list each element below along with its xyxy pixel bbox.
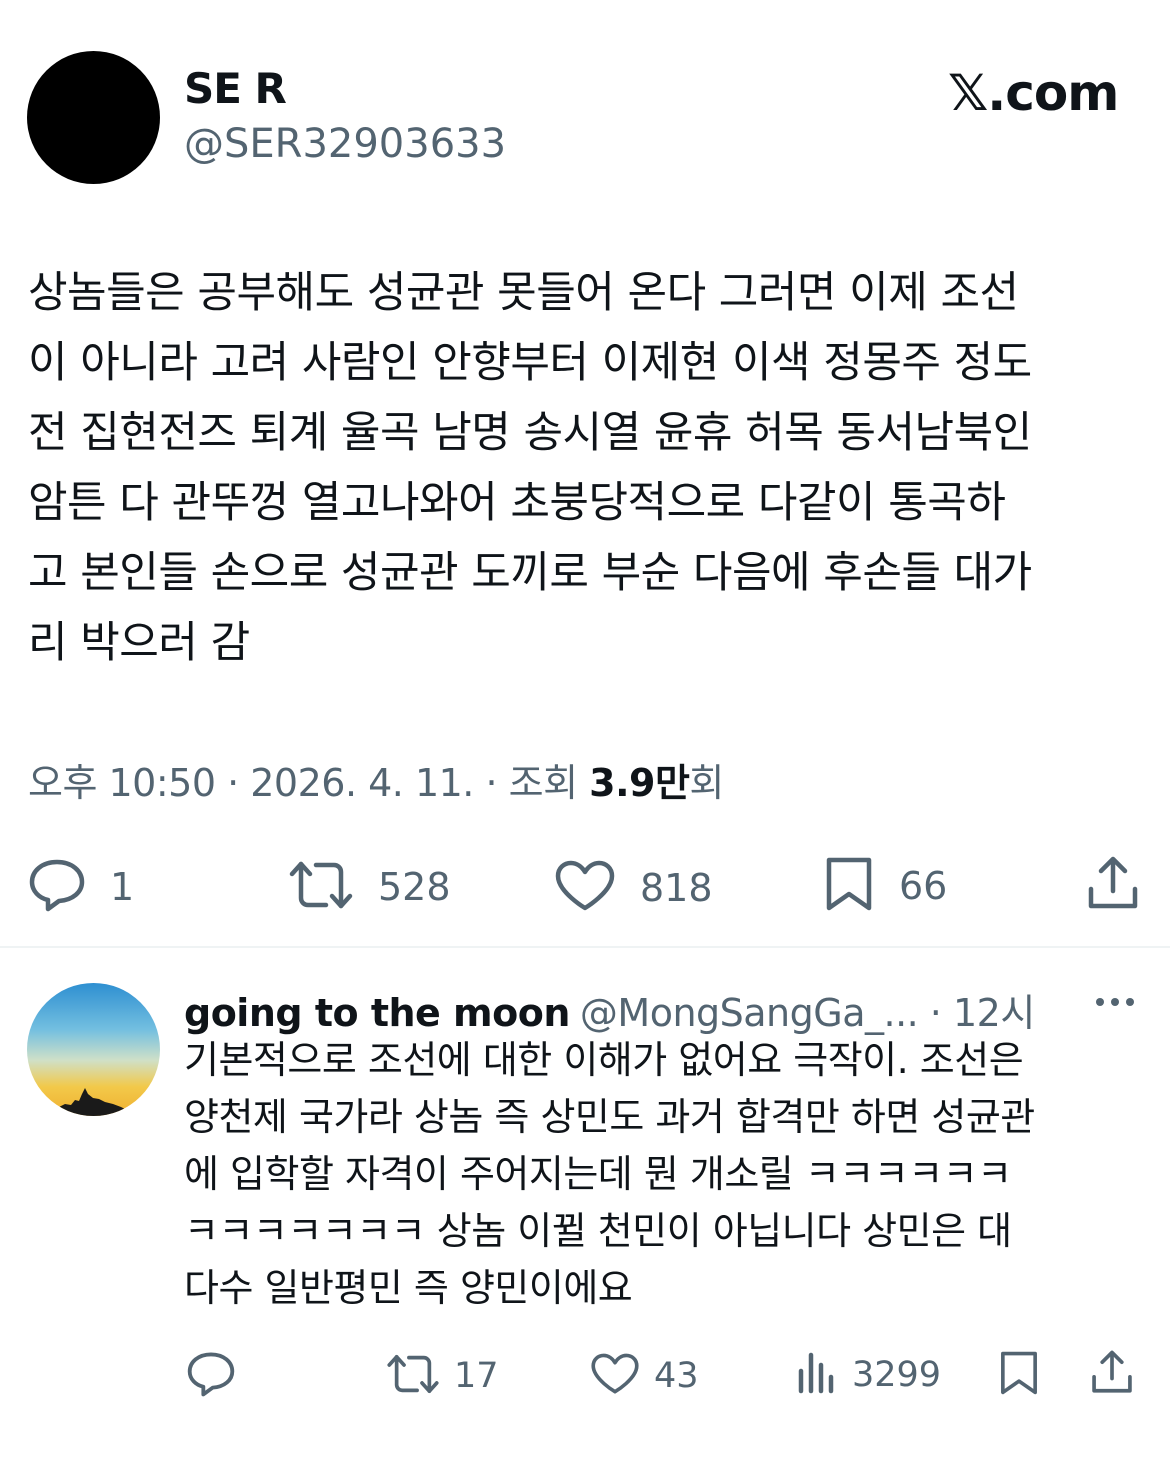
- reply-like-button[interactable]: 43: [590, 1352, 699, 1400]
- retweet-button[interactable]: 528: [288, 860, 451, 914]
- retweet-count: 528: [378, 865, 451, 909]
- bookmark-icon: [998, 1350, 1040, 1400]
- heart-icon: [554, 860, 616, 916]
- more-icon[interactable]: [1096, 998, 1134, 1006]
- author-avatar[interactable]: [27, 51, 160, 184]
- retweet-icon: [288, 860, 354, 914]
- reply-author-name[interactable]: going to the moon: [184, 991, 570, 1035]
- reply-text: 기본적으로 조선에 대한 이해가 없어요 극작이. 조선은 양천제 국가라 상놈…: [184, 1038, 1035, 1310]
- author-display-name[interactable]: SE R: [184, 64, 287, 113]
- reply-bookmark-button[interactable]: [998, 1350, 1040, 1400]
- views-icon: [796, 1351, 838, 1399]
- like-count: 818: [640, 866, 713, 910]
- tweet-text: 상놈들은 공부해도 성균관 못들어 온다 그러면 이제 조선 이 아니라 고려 …: [28, 268, 1032, 668]
- reply-icon: [186, 1351, 236, 1401]
- like-button[interactable]: 818: [554, 860, 713, 916]
- author-handle[interactable]: @SER32903633: [184, 121, 506, 167]
- tweet-views-suffix: 회: [689, 761, 724, 805]
- reply-count: 1: [110, 865, 135, 909]
- share-icon: [1090, 1349, 1134, 1399]
- divider: [0, 946, 1170, 948]
- bookmark-button[interactable]: 66: [823, 856, 947, 916]
- tweet-timestamp: 오후 10:50 · 2026. 4. 11. · 조회: [28, 761, 590, 805]
- reply-views-count: 3299: [852, 1355, 942, 1395]
- heart-icon: [590, 1352, 640, 1400]
- reply-icon: [28, 858, 86, 916]
- reply-reply-button[interactable]: [186, 1351, 236, 1401]
- reply-button[interactable]: 1: [28, 858, 134, 916]
- reply-like-count: 43: [654, 1356, 699, 1396]
- retweet-icon: [386, 1353, 440, 1399]
- share-icon: [1086, 855, 1140, 915]
- share-button[interactable]: [1086, 855, 1140, 915]
- tweet-views-count: 3.9만: [589, 761, 690, 805]
- tweet-meta: 오후 10:50 · 2026. 4. 11. · 조회 3.9만회: [28, 752, 724, 807]
- reply-share-button[interactable]: [1090, 1349, 1134, 1399]
- x-logo: 𝕏.com: [948, 64, 1119, 122]
- reply-retweet-button[interactable]: 17: [386, 1353, 499, 1399]
- reply-author-handle[interactable]: @MongSangGa_... · 12시: [580, 991, 1035, 1035]
- reply-retweet-count: 17: [454, 1356, 499, 1396]
- bookmark-icon: [823, 856, 875, 916]
- reply-author-avatar[interactable]: [27, 983, 160, 1116]
- reply-header: going to the moon @MongSangGa_... · 12시: [184, 982, 1035, 1037]
- reply-views-button[interactable]: 3299: [796, 1351, 941, 1399]
- bookmark-count: 66: [899, 864, 948, 908]
